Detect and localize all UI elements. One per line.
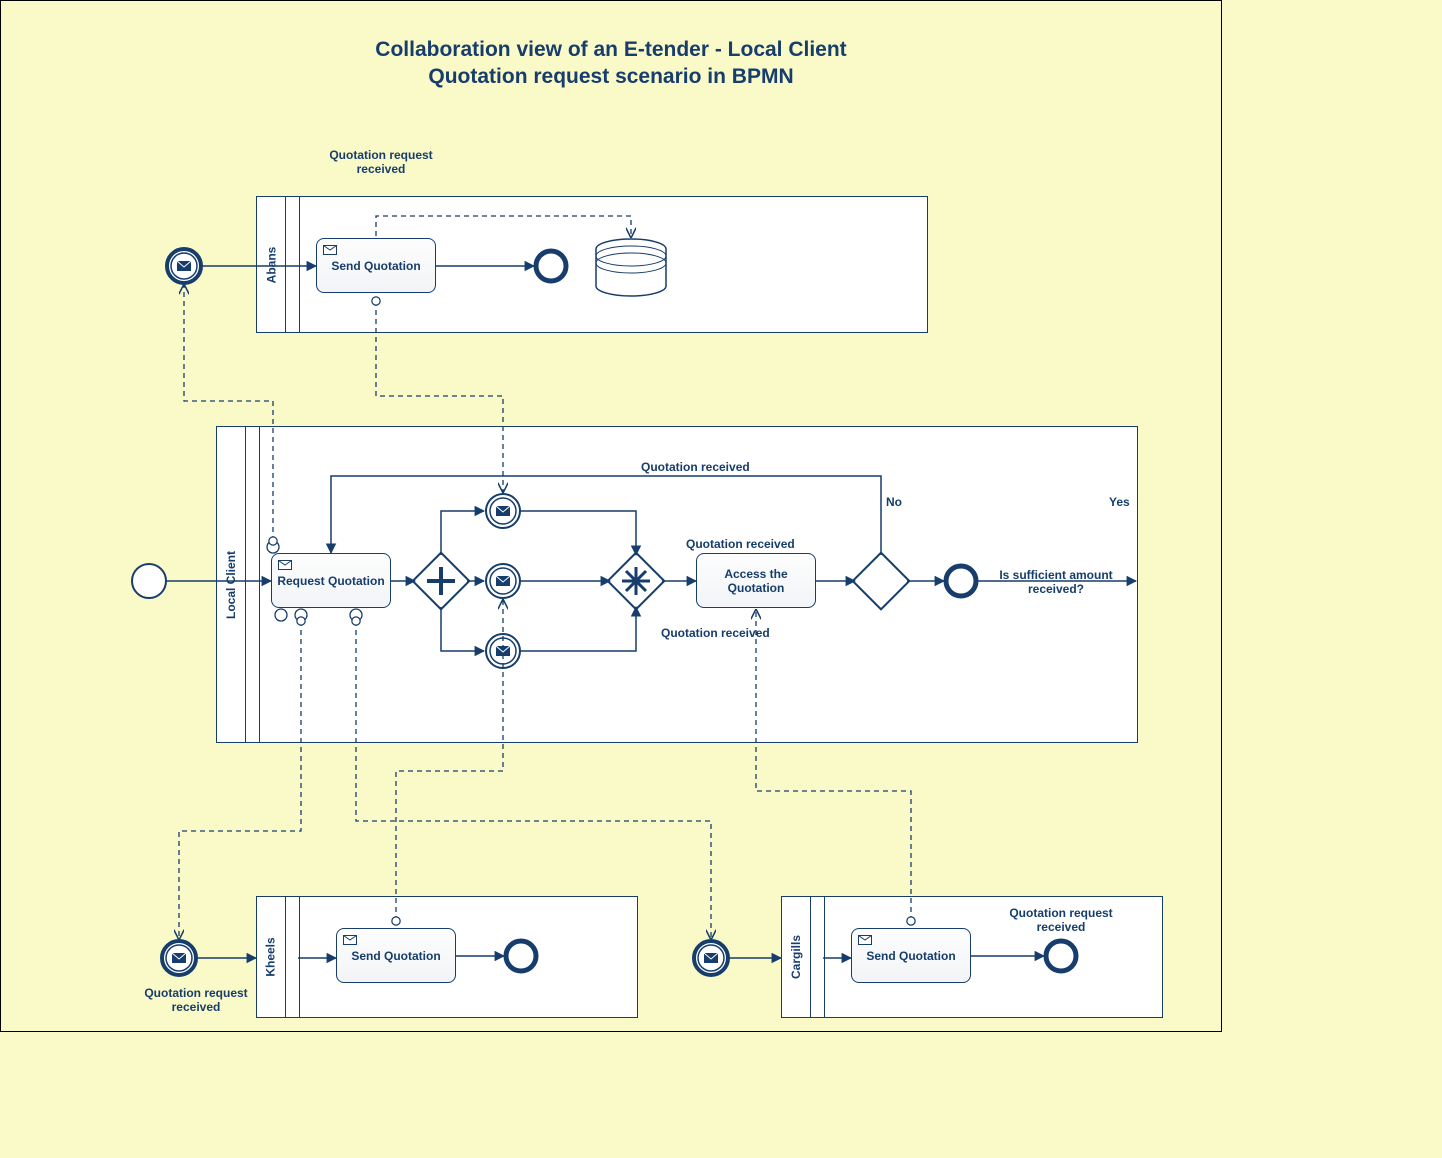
envelope-icon (858, 935, 872, 945)
pool-header-local-client: Local Client (217, 427, 246, 742)
task-kheels-send-quotation[interactable]: Send Quotation (336, 928, 456, 983)
task-label: Send Quotation (351, 949, 440, 963)
pool-header-kheels: Kheels (257, 897, 286, 1017)
lane-divider-kheels (285, 897, 300, 1017)
label-gateway-question: Is sufficient amount received? (981, 568, 1131, 597)
diagram-title: Collaboration view of an E-tender - Loca… (1, 36, 1221, 91)
envelope-icon (343, 935, 357, 945)
envelope-icon (278, 560, 292, 570)
task-request-quotation[interactable]: Request Quotation (271, 553, 391, 608)
pool-header-cargills: Cargills (782, 897, 811, 1017)
label-edge-no: No (886, 495, 902, 509)
task-abans-send-quotation[interactable]: Send Quotation (316, 238, 436, 293)
label-kheels-event: Quotation request received (131, 986, 261, 1015)
message-start-event-cargills[interactable] (694, 941, 728, 975)
title-line-2: Quotation request scenario in BPMN (428, 65, 793, 88)
label-quotation-received-top: Quotation received (641, 460, 750, 474)
label-edge-yes: Yes (1109, 495, 1130, 509)
message-start-event-kheels[interactable] (162, 941, 196, 975)
label-cargills-event: Quotation request received (996, 906, 1126, 935)
task-access-quotation[interactable]: Access the Quotation (696, 553, 816, 608)
lane-divider-cargills (810, 897, 825, 1017)
task-label: Send Quotation (866, 949, 955, 963)
message-start-event-abans[interactable] (167, 249, 201, 283)
title-line-1: Collaboration view of an E-tender - Loca… (375, 38, 846, 61)
pool-header-abans: Abans (257, 197, 286, 332)
envelope-icon (323, 245, 337, 255)
label-abans-event: Quotation request received (316, 148, 446, 177)
start-event-local-client[interactable] (132, 564, 166, 598)
task-label: Request Quotation (277, 574, 384, 588)
label-quotation-received-mid: Quotation received (686, 537, 795, 551)
lane-divider-abans (285, 197, 300, 332)
task-label: Send Quotation (331, 259, 420, 273)
lane-divider-local-client (245, 427, 260, 742)
label-quotation-received-bot: Quotation received (661, 626, 770, 640)
task-cargills-send-quotation[interactable]: Send Quotation (851, 928, 971, 983)
diagram-canvas: Collaboration view of an E-tender - Loca… (0, 0, 1222, 1032)
task-label: Access the Quotation (701, 567, 811, 595)
